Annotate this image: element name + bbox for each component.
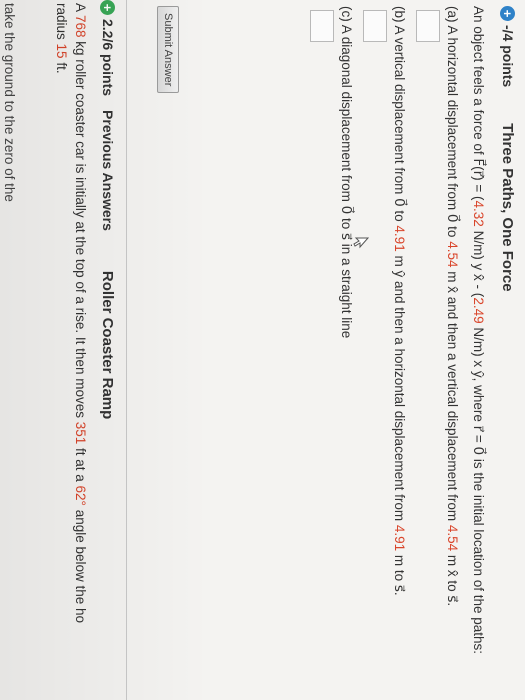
cut-off-text: take the ground to the zero of the xyxy=(2,3,17,202)
prompt-text: kg roller coaster car is initially at th… xyxy=(73,37,88,422)
question-title: Roller Coaster Ramp xyxy=(99,270,117,420)
question-header: + 2.2/6 points Previous Answers Roller C… xyxy=(97,0,119,700)
part-a-text: (a) A horizontal displacement from 0⃗ to xyxy=(445,6,460,242)
part-b: (b) A vertical displacement from 0⃗ to 4… xyxy=(391,6,407,696)
part-b-text: m ŷ and then a horizontal displacement f… xyxy=(392,251,407,525)
prompt-text: ft. xyxy=(54,58,69,74)
points-label: -/4 points xyxy=(500,25,516,88)
points-label: 2.2/6 points xyxy=(100,19,116,97)
prompt-text: angle below the ho xyxy=(73,505,88,624)
part-a-text: m x̂ to s⃗. xyxy=(445,551,460,607)
part-b-text: (b) A vertical displacement from 0⃗ to xyxy=(392,6,407,226)
part-a-value-1: 4.54 xyxy=(445,241,460,268)
angle-value: 62° xyxy=(73,485,88,506)
mass-value: 768 xyxy=(73,15,88,38)
prompt-text: A xyxy=(73,3,88,16)
answer-input-b[interactable] xyxy=(363,10,387,42)
radius-value: 15 xyxy=(54,43,69,59)
question-prompt: A 768 kg roller coaster car is initially… xyxy=(52,0,90,700)
prompt-text: radius xyxy=(54,3,69,44)
question-prompt: An object feels a force of F⃗(r⃗) = (4.3… xyxy=(469,6,488,696)
answer-input-a[interactable] xyxy=(416,10,440,42)
part-b-text: m to s⃗. xyxy=(392,551,407,596)
question-title: Three Paths, One Force xyxy=(499,123,517,292)
distance-value: 351 xyxy=(73,421,88,445)
part-a-value-2: 4.54 xyxy=(445,524,460,552)
part-c: (c) A diagonal displacement from 0⃗ to s… xyxy=(338,6,354,696)
webassign-page: + -/4 points Three Paths, One Force An o… xyxy=(0,0,525,700)
prompt-text: An object feels a force of F⃗(r⃗) = ( xyxy=(471,6,486,201)
screenshot-frame: + -/4 points Three Paths, One Force An o… xyxy=(0,0,525,700)
force-coef-2: 2.49 xyxy=(471,297,486,324)
force-coef-1: 4.32 xyxy=(471,200,486,227)
cursor-icon xyxy=(353,237,369,249)
question-three-paths: + -/4 points Three Paths, One Force An o… xyxy=(310,6,519,696)
submit-answer-button[interactable]: Submit Answer xyxy=(157,6,179,94)
plus-circle-icon[interactable]: + xyxy=(500,6,516,21)
part-a-text: m x̂ and then a vertical displacement fr… xyxy=(445,267,460,525)
question-header: + -/4 points Three Paths, One Force xyxy=(497,6,519,696)
prompt-text: N/m) x ŷ, where r⃗ = 0⃗ is the initial l… xyxy=(471,323,486,655)
prompt-text: N/m) y x̂ - ( xyxy=(471,226,486,298)
part-c-text: (c) A diagonal displacement from 0⃗ to s… xyxy=(339,6,354,339)
question-roller-coaster: + 2.2/6 points Previous Answers Roller C… xyxy=(52,0,119,700)
part-a: (a) A horizontal displacement from 0⃗ to… xyxy=(444,6,460,696)
answer-input-c[interactable] xyxy=(310,10,334,42)
part-b-value-1: 4.91 xyxy=(392,225,407,252)
part-b-value-2: 4.91 xyxy=(392,524,407,552)
question-divider xyxy=(126,0,127,700)
prompt-text: ft at a xyxy=(73,444,88,486)
plus-circle-icon[interactable]: + xyxy=(100,0,116,15)
previous-answers-link[interactable]: Previous Answers xyxy=(100,110,116,231)
